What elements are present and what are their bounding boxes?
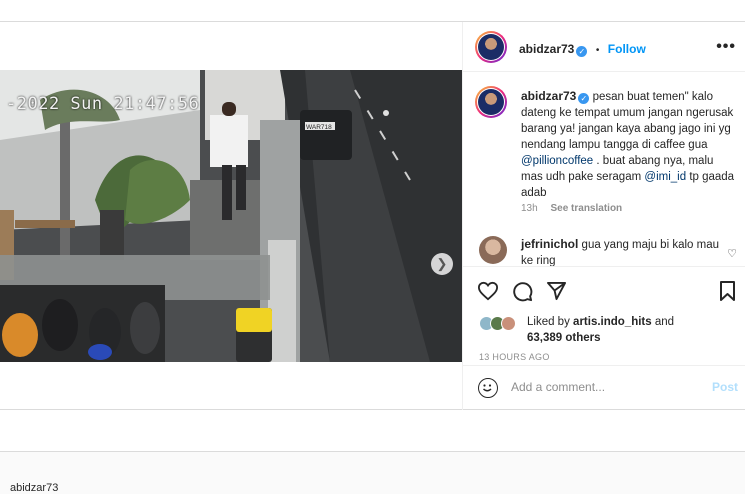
post-time-ago[interactable]: 13 HOURS AGO xyxy=(479,352,550,362)
post-sidebar: abidzar73 ✓ • Follow ••• abidzar73 ✓ pesan… xyxy=(462,22,745,410)
caption-username[interactable]: abidzar73 xyxy=(521,89,576,103)
below-post-strip xyxy=(0,410,745,452)
post-comment-button[interactable]: Post xyxy=(712,380,738,394)
liker-avatars[interactable] xyxy=(479,316,523,332)
liked-by-and: and xyxy=(654,316,675,328)
bottom-username[interactable]: abidzar73 xyxy=(10,482,58,494)
comment-box: Post xyxy=(463,365,745,410)
comment-bubble-icon[interactable] xyxy=(512,281,533,302)
emoji-picker-icon[interactable] xyxy=(478,378,498,398)
more-options-icon[interactable]: ••• xyxy=(716,38,736,56)
likes-summary: Liked by artis.indo_hits and 63,389 othe… xyxy=(479,314,674,346)
see-translation-link[interactable]: See translation xyxy=(550,203,622,214)
comment-like-heart-icon[interactable]: ♡ xyxy=(727,246,737,262)
caption-mention-pillioncoffee[interactable]: @pillioncoffee xyxy=(521,155,593,167)
chevron-right-icon: ❯ xyxy=(436,256,448,271)
liked-by-prefix: Liked by xyxy=(527,316,570,328)
comment-item: jefrinichol gua yang maju bi kalo mau ke… xyxy=(479,236,741,266)
likes-count[interactable]: 63,389 others xyxy=(527,332,601,344)
share-send-icon[interactable] xyxy=(546,281,567,301)
author-username[interactable]: abidzar73 xyxy=(519,42,574,56)
license-plate-text: WAR718 xyxy=(306,124,332,131)
caption-author-avatar[interactable] xyxy=(475,86,507,118)
post-header: abidzar73 ✓ • Follow ••• xyxy=(463,22,745,72)
author-avatar[interactable] xyxy=(475,31,507,63)
post-actions xyxy=(463,266,745,308)
bookmark-save-icon[interactable] xyxy=(719,281,736,301)
comment-input[interactable] xyxy=(511,380,701,394)
follow-button[interactable]: Follow xyxy=(608,42,646,56)
verified-badge-icon: ✓ xyxy=(576,46,588,57)
commenter-avatar[interactable] xyxy=(479,236,507,264)
header-separator: • xyxy=(595,45,600,56)
caption-meta: 13h See translation xyxy=(521,203,622,214)
next-media-button[interactable]: ❯ xyxy=(431,253,453,275)
post-card: WAR718 -2022 Sun 21:47:56 ❯ abidzar73 ✓ … xyxy=(0,22,745,410)
video-timestamp-overlay: -2022 Sun 21:47:56 xyxy=(6,94,200,114)
post-caption: abidzar73 ✓ pesan buat temen" kalo dateng… xyxy=(521,88,736,201)
caption-mention-imi-id[interactable]: @imi_id xyxy=(644,171,686,183)
liked-by-user[interactable]: artis.indo_hits xyxy=(573,316,652,328)
caption-verified-badge-icon: ✓ xyxy=(578,93,590,104)
caption-age: 13h xyxy=(521,203,538,214)
post-video[interactable]: WAR718 -2022 Sun 21:47:56 ❯ xyxy=(0,70,462,362)
like-heart-icon[interactable] xyxy=(477,281,499,301)
top-bar xyxy=(0,0,745,22)
commenter-username[interactable]: jefrinichol xyxy=(521,237,578,251)
